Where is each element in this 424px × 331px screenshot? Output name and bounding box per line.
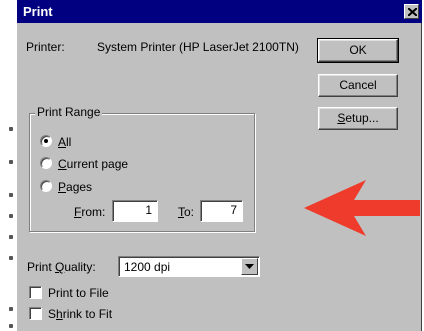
setup-label-rest: etup...: [345, 111, 379, 125]
ok-button-label: OK: [349, 43, 367, 57]
edge-mark: [9, 214, 13, 218]
printer-label: Printer:: [26, 40, 65, 54]
quality-label-pre: Print: [27, 260, 56, 274]
radio-pages[interactable]: [40, 180, 52, 192]
current-label-rest: urrent page: [66, 157, 129, 171]
printer-name: System Printer (HP LaserJet 2100TN): [97, 40, 299, 54]
quality-label-post: uality:: [64, 260, 96, 274]
arrow-left-icon: [304, 180, 420, 236]
print-to-file-label[interactable]: Print to File: [48, 286, 109, 300]
chevron-down-icon: [245, 264, 254, 269]
to-label-rest: o:: [184, 205, 195, 219]
all-label-rest: ll: [66, 135, 72, 149]
print-quality-select[interactable]: 1200 dpi: [118, 256, 260, 277]
setup-button-label: Setup...: [337, 108, 378, 129]
title-bar[interactable]: Print: [17, 0, 422, 23]
shrink-access-key: h: [56, 307, 63, 321]
background-page-edge: [0, 0, 17, 331]
from-label: From:: [74, 205, 105, 219]
edge-mark: [9, 324, 13, 328]
pages-label-rest: ages: [66, 180, 93, 194]
shrink-label-pre: S: [48, 307, 57, 321]
cancel-button[interactable]: Cancel: [318, 74, 398, 97]
radio-all-label[interactable]: All: [58, 135, 71, 149]
radio-current-page[interactable]: [40, 157, 52, 169]
radio-all[interactable]: [40, 135, 52, 147]
setup-button[interactable]: Setup...: [318, 107, 398, 130]
shrink-to-fit-label[interactable]: Shrink to Fit: [48, 307, 112, 321]
ok-button[interactable]: OK: [317, 38, 399, 63]
edge-mark: [9, 160, 13, 164]
radio-selected-dot: [44, 139, 48, 143]
shrink-to-fit-checkbox[interactable]: [29, 307, 42, 320]
radio-pages-label[interactable]: Pages: [58, 180, 92, 194]
from-page-input[interactable]: 1: [112, 200, 158, 222]
print-to-file-checkbox[interactable]: [29, 286, 42, 299]
setup-access-key: S: [337, 111, 346, 125]
to-page-input[interactable]: 7: [200, 200, 243, 222]
current-access-key: C: [58, 157, 67, 171]
radio-current-page-label[interactable]: Current page: [58, 157, 128, 171]
close-button[interactable]: [404, 4, 419, 19]
print-quality-value: 1200 dpi: [124, 260, 171, 274]
cancel-button-label: Cancel: [339, 78, 377, 92]
dropdown-button[interactable]: [241, 258, 258, 275]
quality-access-key: Q: [55, 260, 65, 274]
close-icon: [408, 8, 417, 16]
edge-mark: [9, 193, 13, 197]
shrink-label-post: rink to Fit: [62, 307, 113, 321]
pages-access-key: P: [58, 180, 67, 194]
edge-mark: [9, 127, 13, 131]
print-quality-label: Print Quality:: [27, 260, 96, 274]
all-access-key: A: [58, 135, 67, 149]
from-label-rest: rom:: [81, 205, 106, 219]
edge-mark: [9, 256, 13, 260]
print-dialog: Print Printer: System Printer (HP LaserJ…: [17, 0, 422, 331]
print-range-title: Print Range: [35, 105, 103, 119]
edge-mark: [9, 235, 13, 239]
edge-mark: [9, 307, 13, 311]
to-label: To:: [178, 205, 194, 219]
dialog-title: Print: [23, 4, 53, 19]
